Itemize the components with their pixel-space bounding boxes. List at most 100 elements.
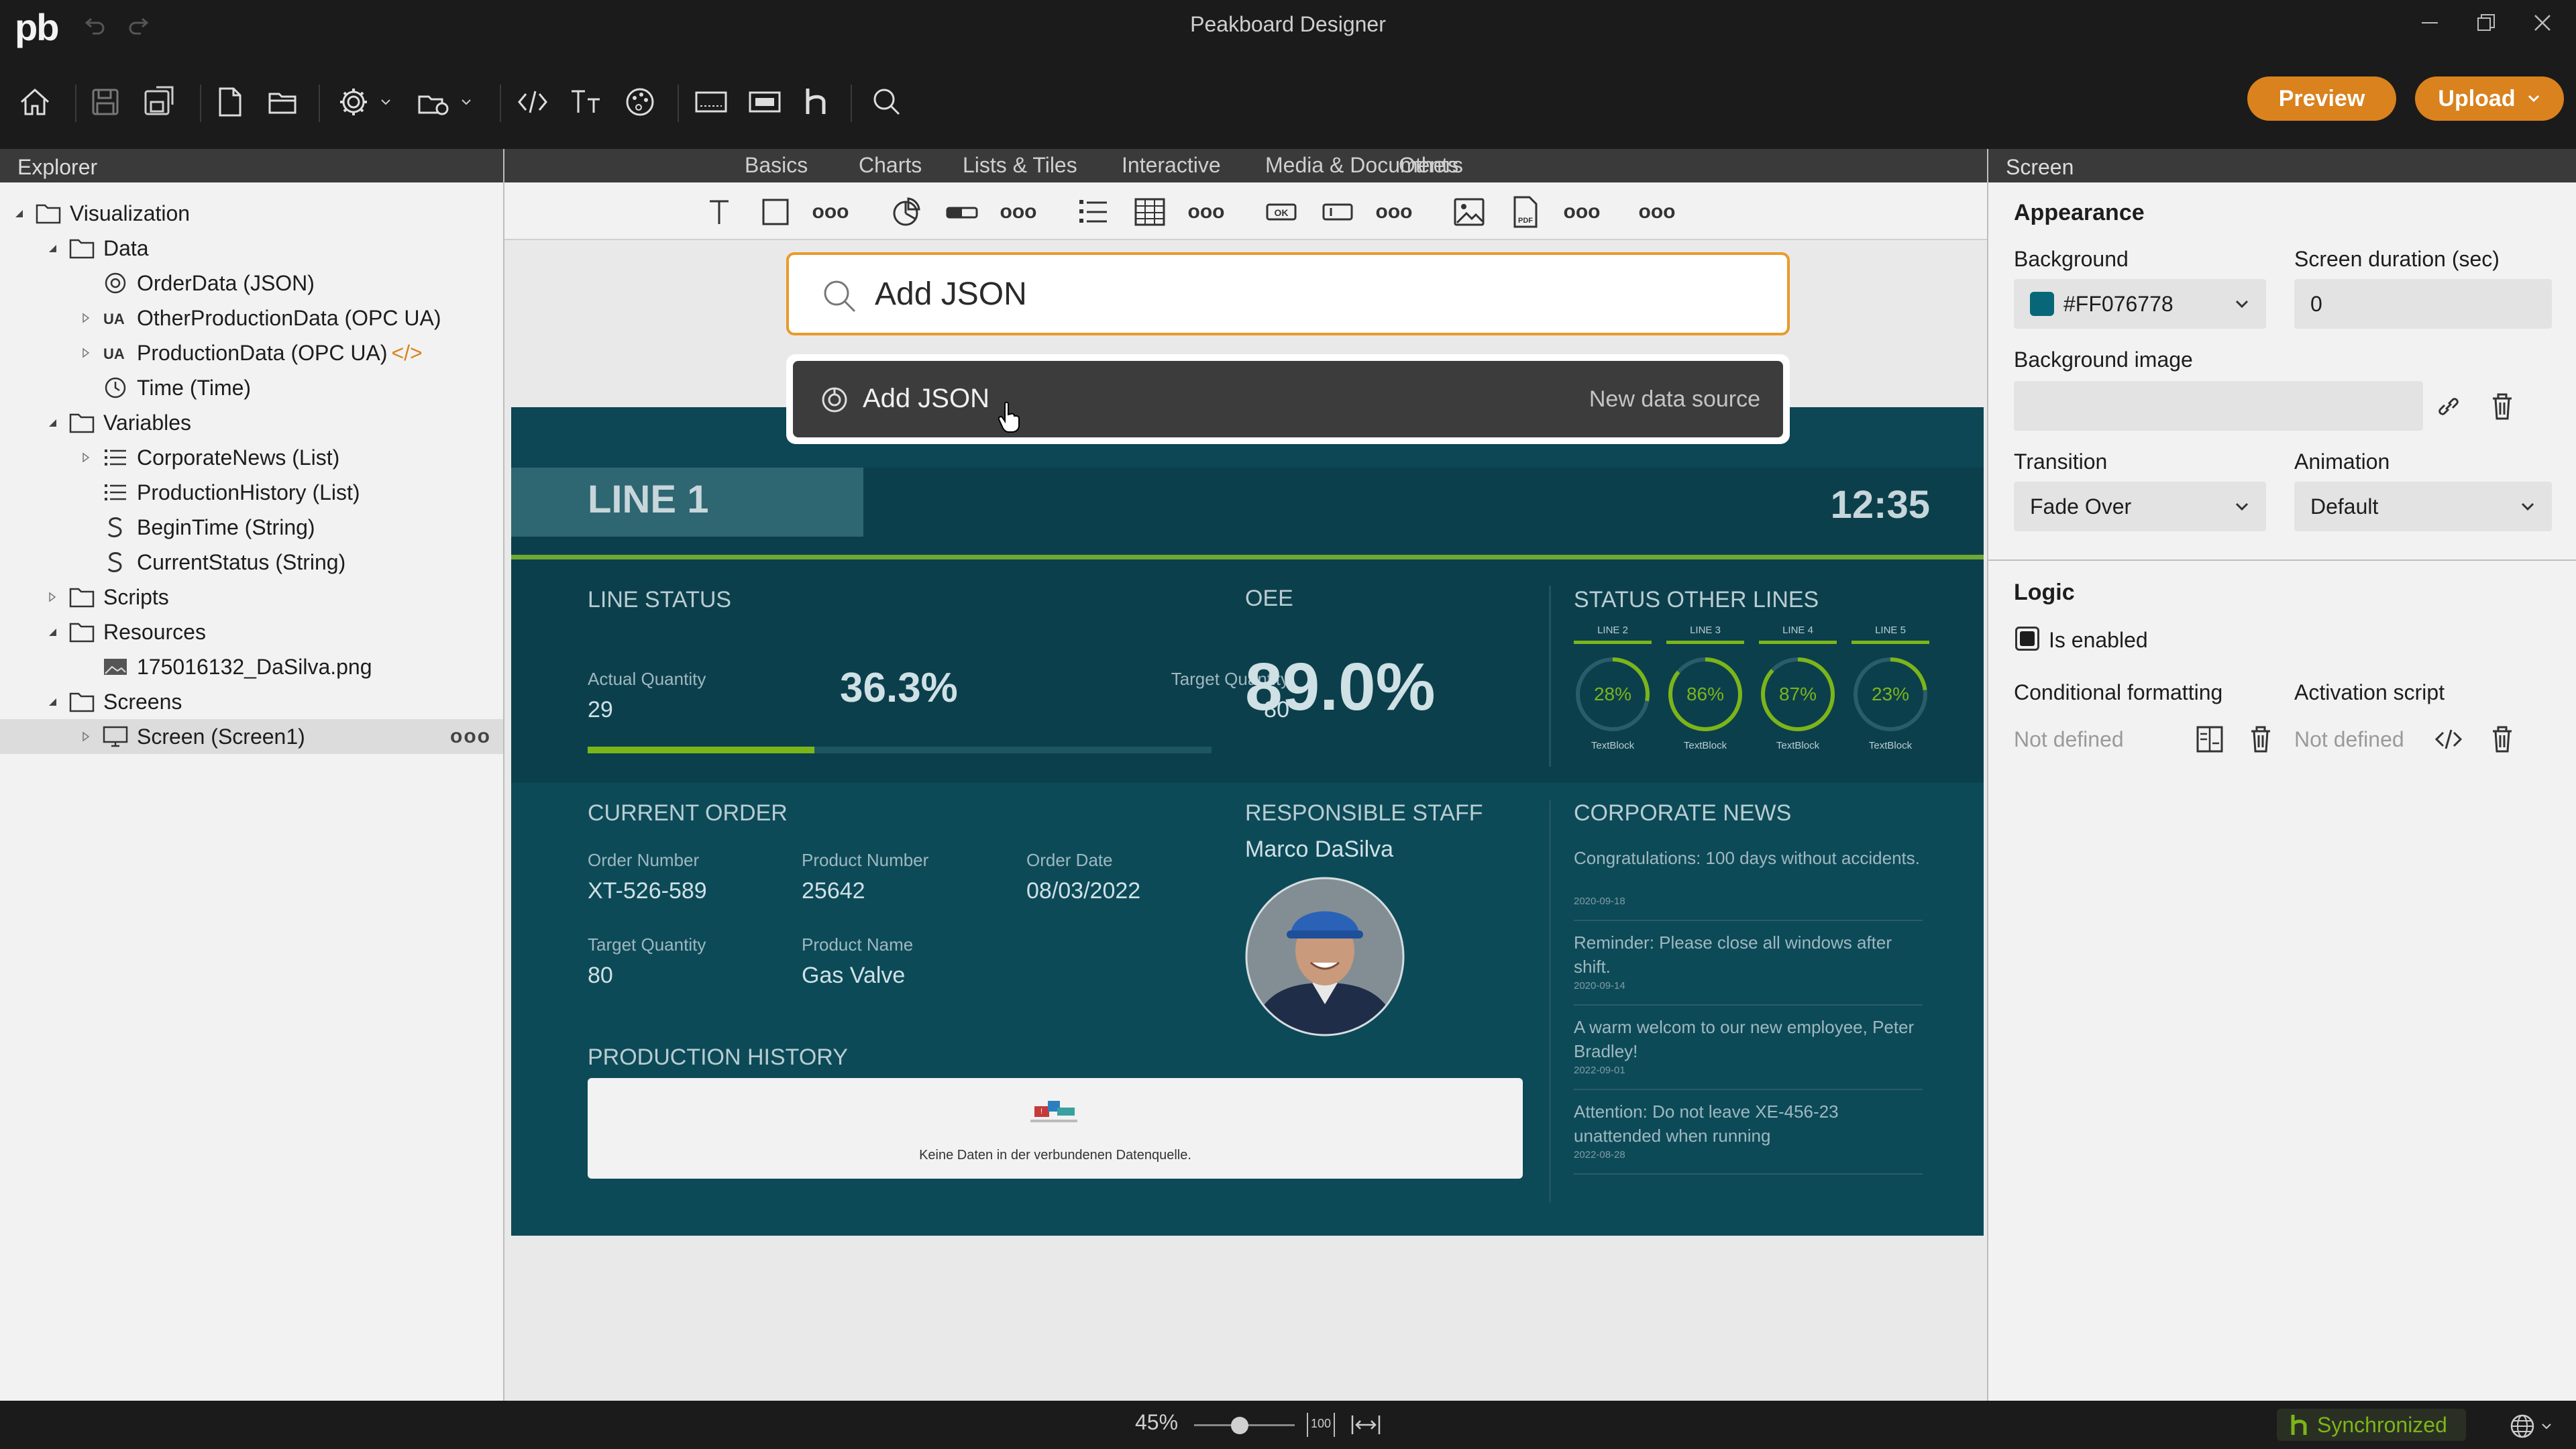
search-input[interactable]: [875, 274, 1747, 314]
tree-item[interactable]: Scripts: [0, 580, 503, 614]
restore-icon[interactable]: [2473, 9, 2500, 36]
script-icon[interactable]: [511, 80, 554, 123]
more-options-button[interactable]: ooo: [450, 725, 491, 748]
tree-item[interactable]: Time (Time): [0, 370, 503, 405]
zoom-100-button[interactable]: 100: [1307, 1413, 1336, 1437]
trash-icon[interactable]: [2486, 390, 2518, 423]
expanded-triangle-icon[interactable]: [44, 624, 60, 640]
hub-icon[interactable]: [794, 80, 837, 123]
trash-icon[interactable]: [2245, 723, 2277, 755]
more-basics[interactable]: ooo: [812, 196, 849, 228]
zoom-slider-thumb[interactable]: [1230, 1417, 1248, 1434]
tree-item[interactable]: Visualization: [0, 196, 503, 231]
script-icon[interactable]: [2432, 723, 2465, 755]
settings-icon[interactable]: [332, 80, 375, 123]
language-selector[interactable]: [2509, 1413, 2553, 1440]
tree-item[interactable]: CorporateNews (List): [0, 440, 503, 475]
background-color-picker[interactable]: #FF076778: [2014, 279, 2266, 329]
close-icon[interactable]: [2529, 9, 2556, 36]
preview-button[interactable]: Preview: [2247, 76, 2396, 121]
pie-chart-icon[interactable]: [887, 196, 924, 228]
divider: [1549, 586, 1551, 767]
link-icon[interactable]: [2432, 390, 2465, 423]
box-settings-icon[interactable]: [413, 80, 455, 123]
hardware-icon[interactable]: [690, 80, 733, 123]
upload-button[interactable]: Upload: [2415, 76, 2564, 121]
tree-item[interactable]: CurrentStatus (String): [0, 545, 503, 580]
expanded-triangle-icon[interactable]: [44, 415, 60, 431]
open-folder-icon[interactable]: [262, 80, 305, 123]
zoom-slider[interactable]: [1194, 1415, 1295, 1434]
more-interactive[interactable]: ooo: [1375, 196, 1413, 228]
category-tab[interactable]: Basics: [745, 153, 808, 178]
screen-preview[interactable]: LINE 1 12:35 LINE STATUS Actual Quantity…: [511, 407, 1984, 1236]
tree-item[interactable]: OrderData (JSON): [0, 266, 503, 301]
search-icon[interactable]: [865, 80, 908, 123]
chevron-down-icon[interactable]: [376, 80, 396, 123]
save-as-icon[interactable]: [138, 80, 180, 123]
tree-item[interactable]: UA ProductionData (OPC UA) </>: [0, 335, 503, 370]
clock: 12:35: [1830, 483, 1930, 527]
enabled-checkbox[interactable]: [2015, 627, 2039, 651]
collapsed-triangle-icon[interactable]: [78, 449, 94, 466]
more-media[interactable]: ooo: [1563, 196, 1601, 228]
tree-item[interactable]: UA OtherProductionData (OPC UA): [0, 301, 503, 335]
category-tab[interactable]: Others: [1399, 153, 1463, 178]
category-tab[interactable]: Interactive: [1122, 153, 1221, 178]
pdf-control-icon[interactable]: PDF: [1507, 196, 1544, 228]
home-icon[interactable]: [13, 80, 56, 123]
expanded-triangle-icon[interactable]: [44, 240, 60, 256]
tree-item[interactable]: Variables: [0, 405, 503, 440]
category-tab[interactable]: Lists & Tiles: [963, 153, 1077, 178]
tree-item-label: BeginTime (String): [137, 515, 315, 539]
duration-input[interactable]: 0: [2294, 279, 2552, 329]
save-icon[interactable]: [84, 80, 127, 123]
collapsed-triangle-icon[interactable]: [78, 345, 94, 361]
fit-width-icon[interactable]: [1351, 1413, 1381, 1437]
animation-select[interactable]: Default: [2294, 482, 2552, 531]
fonts-icon[interactable]: [565, 80, 608, 123]
sync-status[interactable]: Synchronized: [2277, 1409, 2466, 1441]
trash-icon[interactable]: [2486, 723, 2518, 755]
more-others[interactable]: ooo: [1638, 196, 1676, 228]
gauge-icon[interactable]: [943, 196, 981, 228]
tree-item[interactable]: ProductionHistory (List): [0, 475, 503, 510]
transition-select[interactable]: Fade Over: [2014, 482, 2266, 531]
shape-control-icon[interactable]: [757, 196, 794, 228]
product-name-label: Product Name: [802, 934, 914, 955]
palette-icon[interactable]: [619, 80, 661, 123]
table-control-icon[interactable]: [1131, 196, 1169, 228]
tree-item[interactable]: BeginTime (String): [0, 510, 503, 545]
category-tab[interactable]: Charts: [859, 153, 922, 178]
chevron-down-icon[interactable]: [456, 80, 476, 123]
new-file-icon[interactable]: [208, 80, 251, 123]
button-control-icon[interactable]: OK: [1263, 196, 1300, 228]
textbox-control-icon[interactable]: [1319, 196, 1356, 228]
collapsed-triangle-icon[interactable]: [78, 729, 94, 745]
gauge-line-name: LINE 5: [1875, 625, 1906, 636]
minimize-icon[interactable]: [2416, 9, 2443, 36]
tree-item[interactable]: Data: [0, 231, 503, 266]
tree-item[interactable]: Screen (Screen1) ooo: [0, 719, 503, 754]
edge-icon[interactable]: [743, 80, 786, 123]
gauge-line-bar: [1851, 641, 1929, 644]
collapsed-triangle-icon[interactable]: [78, 310, 94, 326]
window-controls: [2416, 9, 2556, 36]
text-control-icon[interactable]: [700, 196, 738, 228]
news-separator: [1574, 1173, 1923, 1175]
control-search-box[interactable]: [786, 252, 1790, 335]
tree-item[interactable]: Resources: [0, 614, 503, 649]
search-result-add-json[interactable]: Add JSON New data source: [793, 361, 1783, 437]
tree-item[interactable]: Screens: [0, 684, 503, 719]
more-charts[interactable]: ooo: [1000, 196, 1037, 228]
more-lists[interactable]: ooo: [1187, 196, 1225, 228]
bg-image-field[interactable]: [2014, 381, 2423, 431]
image-control-icon[interactable]: [1450, 196, 1488, 228]
order-date-label: Order Date: [1026, 850, 1113, 870]
expanded-triangle-icon[interactable]: [11, 205, 27, 221]
tree-item[interactable]: 175016132_DaSilva.png: [0, 649, 503, 684]
collapsed-triangle-icon[interactable]: [44, 589, 60, 605]
expanded-triangle-icon[interactable]: [44, 694, 60, 710]
edit-format-icon[interactable]: [2194, 723, 2226, 755]
list-control-icon[interactable]: [1075, 196, 1112, 228]
